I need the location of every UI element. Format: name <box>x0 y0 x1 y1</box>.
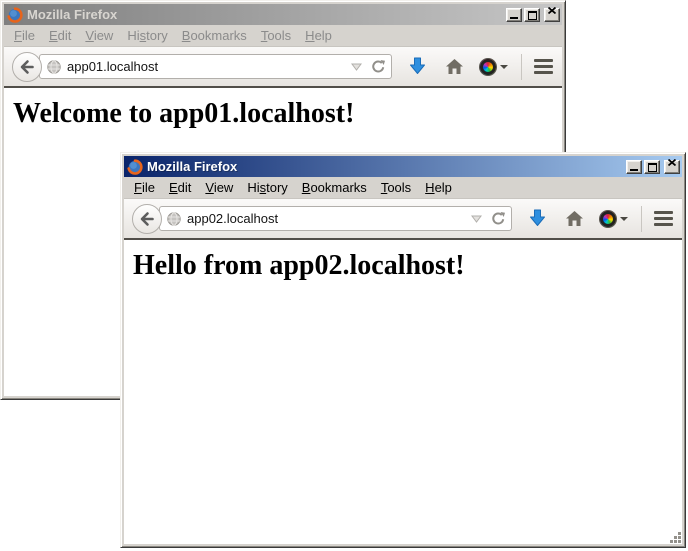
home-button[interactable] <box>445 58 464 75</box>
close-icon <box>668 153 676 171</box>
page-heading: Welcome to app01.localhost! <box>13 98 562 130</box>
maximize-icon <box>648 163 657 172</box>
download-icon <box>529 209 546 228</box>
minimize-icon <box>510 17 518 19</box>
close-icon <box>548 1 556 19</box>
page-heading: Hello from app02.localhost! <box>133 250 682 282</box>
firefox-app-icon <box>7 7 23 23</box>
color-wheel-icon <box>600 211 616 227</box>
reload-icon <box>371 59 386 74</box>
menu-bar: FileEditViewHistoryBookmarksToolsHelp <box>124 177 682 198</box>
home-icon <box>445 58 464 75</box>
menu-item-bookmarks[interactable]: Bookmarks <box>175 26 254 45</box>
minimize-button[interactable] <box>626 160 642 174</box>
urlbar-dropdown-icon[interactable] <box>348 58 364 76</box>
back-arrow-icon <box>18 58 36 76</box>
desktop: Mozilla Firefox FileEditViewHistoryBookm… <box>0 0 688 551</box>
back-button[interactable] <box>132 204 162 234</box>
menu-item-bookmarks[interactable]: Bookmarks <box>295 178 374 197</box>
firefox-app-icon <box>127 159 143 175</box>
toolbar-separator <box>641 206 642 232</box>
title-bar[interactable]: Mozilla Firefox <box>124 156 682 177</box>
downloads-button[interactable] <box>409 57 426 76</box>
hamburger-menu-icon <box>534 59 553 74</box>
menu-item-view[interactable]: View <box>78 26 120 45</box>
minimize-icon <box>630 169 638 171</box>
browser-window-app02: Mozilla Firefox FileEditViewHistoryBookm… <box>120 152 686 548</box>
caret-down-icon <box>500 65 508 69</box>
maximize-button[interactable] <box>644 160 660 174</box>
site-globe-icon <box>47 60 61 74</box>
menu-item-help[interactable]: Help <box>298 26 339 45</box>
menu-item-history[interactable]: History <box>240 178 294 197</box>
reload-button[interactable] <box>370 58 386 76</box>
minimize-button[interactable] <box>506 8 522 22</box>
back-arrow-icon <box>138 210 156 228</box>
window-controls <box>626 160 680 174</box>
search-engine-button[interactable] <box>480 59 508 75</box>
maximize-button[interactable] <box>524 8 540 22</box>
urlbar-dropdown-icon[interactable] <box>468 210 484 228</box>
menu-item-file[interactable]: File <box>127 178 162 197</box>
back-button[interactable] <box>12 52 42 82</box>
page-content: Hello from app02.localhost! <box>124 238 682 544</box>
color-wheel-icon <box>480 59 496 75</box>
url-text[interactable]: app01.localhost <box>67 59 342 74</box>
hamburger-menu-icon <box>654 211 673 226</box>
title-bar[interactable]: Mozilla Firefox <box>4 4 562 25</box>
navigation-toolbar: app02.localhost <box>124 198 682 238</box>
maximize-icon <box>528 11 537 20</box>
menu-item-view[interactable]: View <box>198 178 240 197</box>
download-icon <box>409 57 426 76</box>
reload-button[interactable] <box>490 210 506 228</box>
home-button[interactable] <box>565 210 584 227</box>
resize-grip[interactable] <box>668 530 681 543</box>
home-icon <box>565 210 584 227</box>
menu-item-tools[interactable]: Tools <box>374 178 418 197</box>
url-text[interactable]: app02.localhost <box>187 211 462 226</box>
reload-icon <box>491 211 506 226</box>
url-bar[interactable]: app01.localhost <box>39 54 392 79</box>
menu-item-file[interactable]: File <box>7 26 42 45</box>
window-title: Mozilla Firefox <box>27 7 502 23</box>
caret-down-icon <box>620 217 628 221</box>
url-bar[interactable]: app02.localhost <box>159 206 512 231</box>
site-globe-icon <box>167 212 181 226</box>
menu-bar: FileEditViewHistoryBookmarksToolsHelp <box>4 25 562 46</box>
navigation-toolbar: app01.localhost <box>4 46 562 86</box>
search-engine-button[interactable] <box>600 211 628 227</box>
close-button[interactable] <box>664 160 680 174</box>
menu-item-edit[interactable]: Edit <box>162 178 198 197</box>
menu-item-help[interactable]: Help <box>418 178 459 197</box>
open-menu-button[interactable] <box>534 59 553 74</box>
toolbar-separator <box>521 54 522 80</box>
close-button[interactable] <box>544 8 560 22</box>
open-menu-button[interactable] <box>654 211 673 226</box>
menu-item-tools[interactable]: Tools <box>254 26 298 45</box>
downloads-button[interactable] <box>529 209 546 228</box>
window-controls <box>506 8 560 22</box>
menu-item-edit[interactable]: Edit <box>42 26 78 45</box>
menu-item-history[interactable]: History <box>120 26 174 45</box>
window-title: Mozilla Firefox <box>147 159 622 175</box>
